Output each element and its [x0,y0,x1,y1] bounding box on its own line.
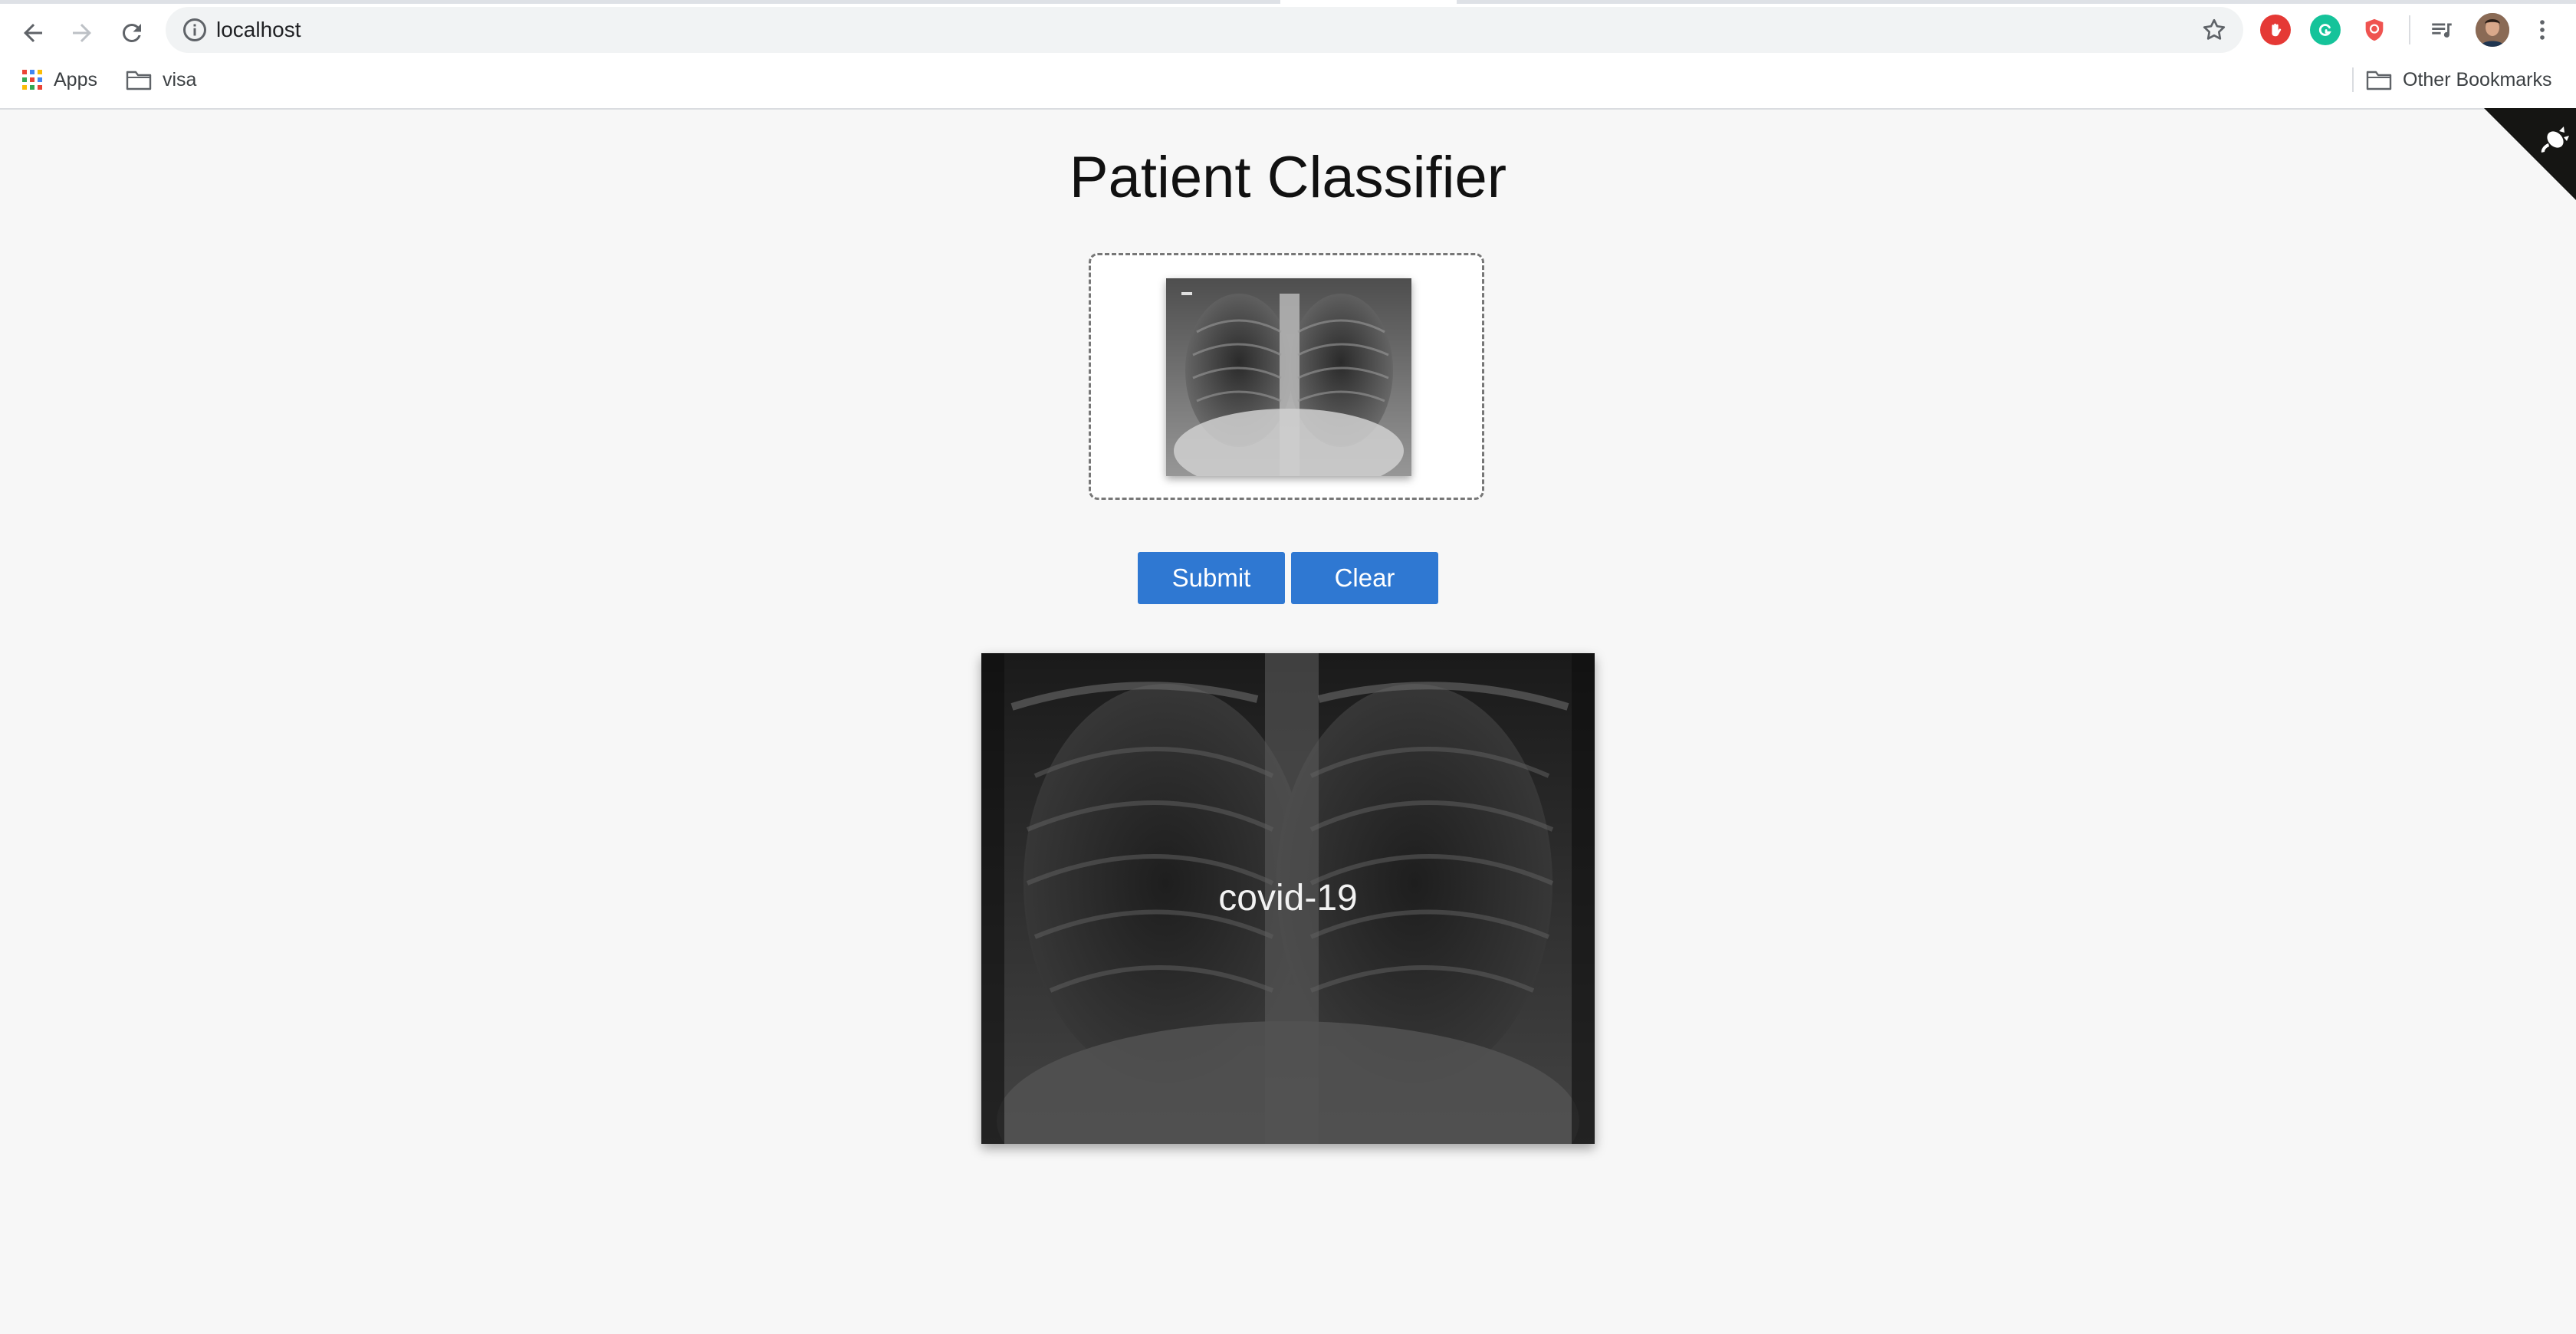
forward-button[interactable] [62,13,102,53]
image-dropzone[interactable] [1089,253,1484,500]
predicted-class-label: covid-19 [1218,878,1358,918]
url-text[interactable]: localhost [216,16,301,44]
more-vertical-icon [2540,20,2545,40]
reload-icon [122,23,141,42]
classification-result: covid-19 [981,653,1595,1144]
submit-button[interactable]: Submit [1138,552,1285,604]
forward-arrow-icon [73,24,91,42]
queue-music-icon [2432,23,2452,38]
hand-icon [2272,23,2282,37]
folder-icon [2366,71,2392,90]
folder-icon [126,71,152,90]
person-icon [2476,13,2509,47]
reload-button[interactable] [112,13,152,53]
adblock-extension-icon[interactable] [2260,15,2291,45]
bookmark-other-label: Other Bookmarks [2403,68,2552,90]
address-bar[interactable]: localhost [166,7,2243,53]
active-tab-indicator [1280,0,1457,4]
bookmark-visa-label: visa [163,68,197,90]
grammarly-g-icon [2318,24,2331,36]
bookmark-apps-label: Apps [54,68,97,90]
chrome-menu-button[interactable] [2527,15,2558,45]
uploaded-xray-thumbnail [1166,278,1411,476]
bookmark-star-icon[interactable] [2200,16,2228,44]
clear-button[interactable]: Clear [1291,552,1438,604]
shield-extension-icon[interactable] [2359,15,2390,45]
shield-icon [2365,18,2384,41]
info-icon[interactable] [181,16,209,44]
media-controls-button[interactable] [2426,15,2457,45]
profile-avatar[interactable] [2476,13,2509,47]
back-button[interactable] [13,13,53,53]
bookmark-folder-visa[interactable]: visa [126,64,196,95]
browser-chrome: localhost Apps visa Other Bookmarks [0,0,2576,110]
back-arrow-icon [24,24,42,42]
grammarly-extension-icon[interactable] [2310,15,2341,45]
apps-grid-icon [22,70,42,90]
bookmark-apps[interactable]: Apps [21,64,97,95]
extensions-divider [2409,15,2410,44]
page-title: Patient Classifier [1069,145,1507,210]
bookmarks-divider [2352,67,2354,92]
bookmark-folder-other[interactable]: Other Bookmarks [2366,64,2552,95]
